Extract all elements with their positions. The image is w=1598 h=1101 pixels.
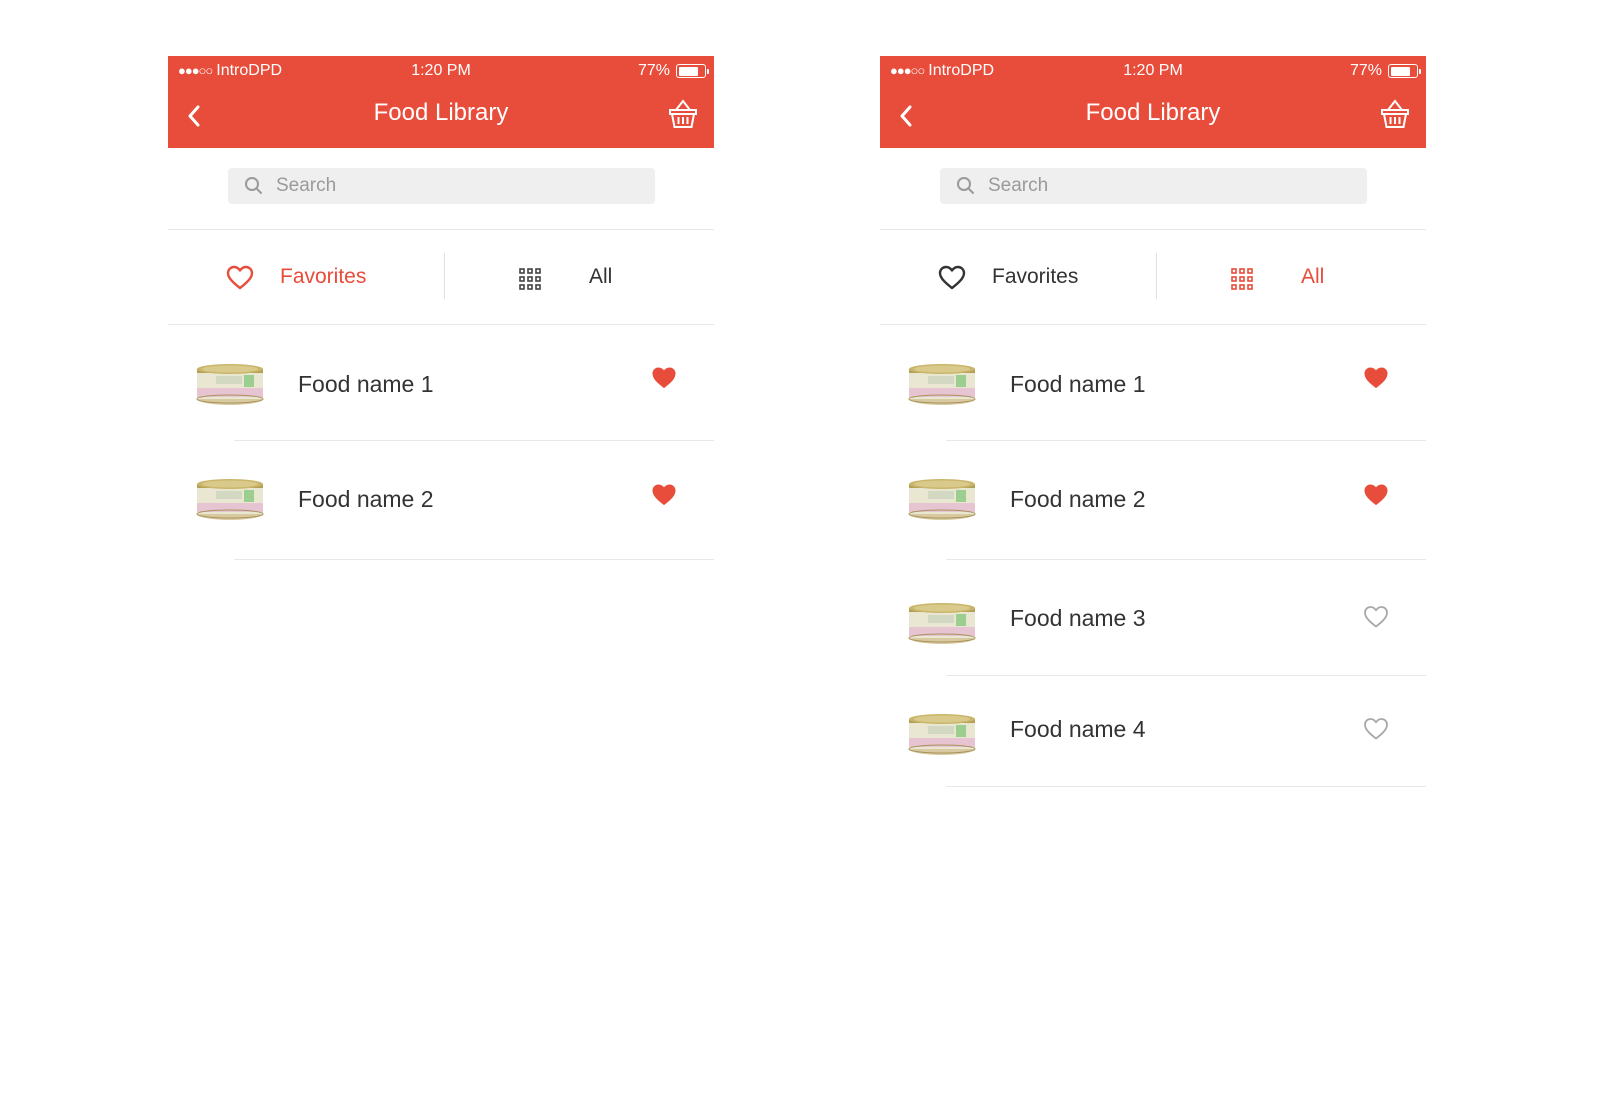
app-header: ●●●○○ IntroDPD 1:20 PM 77% Food Library (168, 56, 714, 148)
food-name: Food name 4 (1010, 716, 1146, 742)
tab-favorites-label: Favorites (992, 265, 1079, 288)
status-bar: ●●●○○ IntroDPD 1:20 PM 77% (168, 56, 714, 86)
heart-outline-icon (226, 265, 254, 290)
food-list-item-1[interactable]: Food name 1 (880, 326, 1426, 441)
all-screen: ●●●○○IntroDPD 1:20 PM 77% Food Library (880, 56, 1426, 816)
grid-dot (1247, 284, 1253, 290)
food-name: Food name 1 (298, 371, 434, 397)
search-bar[interactable] (940, 168, 1367, 204)
heart-outline-icon (938, 265, 966, 290)
grid-dot (519, 276, 525, 282)
status-bar: ●●●○○ IntroDPD 1:20 PM 77% (880, 56, 1426, 86)
food-list-item-4[interactable]: Food name 4 (880, 676, 1426, 787)
tab-favorites[interactable]: Favorites (168, 231, 441, 326)
food-list-item-2[interactable]: Food name 2 (880, 441, 1426, 560)
food-name: Food name 1 (1010, 371, 1146, 397)
grid-dot (535, 284, 541, 290)
heart-filled-icon[interactable] (651, 366, 677, 390)
food-can-image (908, 714, 976, 755)
heart-outline-icon[interactable] (1363, 717, 1389, 741)
page-title: Food Library (373, 99, 509, 126)
tab-all[interactable]: All (1153, 231, 1426, 326)
grid-dot (527, 276, 533, 282)
grid-icon (519, 268, 541, 290)
grid-dot (519, 268, 525, 274)
grid-dot (519, 284, 525, 290)
grid-icon (1231, 268, 1253, 290)
grid-dot (1247, 268, 1253, 274)
food-can-image (908, 479, 976, 520)
battery-level-fill (678, 66, 698, 76)
battery-percent: 77% (637, 62, 670, 79)
heart-filled-icon[interactable] (1363, 366, 1389, 390)
grid-dot (535, 268, 541, 274)
row-divider (234, 559, 714, 560)
grid-dot (1247, 276, 1253, 282)
grid-dot (1239, 276, 1245, 282)
food-can-image (196, 479, 264, 520)
food-can-image (908, 603, 976, 644)
filter-tabs: Favorites All (168, 231, 714, 326)
tab-favorites-label: Favorites (280, 265, 367, 288)
filter-tabs: Favorites All (880, 231, 1426, 326)
food-name: Food name 2 (1010, 486, 1146, 512)
grid-dot (1239, 268, 1245, 274)
row-divider (946, 786, 1426, 787)
page-title: Food Library (1085, 99, 1221, 126)
divider (880, 229, 1426, 230)
food-can-image (196, 364, 264, 405)
heart-filled-icon[interactable] (651, 483, 677, 507)
divider (880, 324, 1426, 325)
search-bar[interactable] (228, 168, 655, 204)
heart-filled-icon[interactable] (1363, 483, 1389, 507)
battery-percent: 77% (1349, 62, 1382, 79)
divider (168, 229, 714, 230)
status-time: 1:20 PM (1123, 62, 1183, 79)
search-icon (245, 177, 262, 194)
tab-favorites[interactable]: Favorites (880, 231, 1153, 326)
food-list-item-1[interactable]: Food name 1 (168, 326, 714, 441)
search-icon (957, 177, 974, 194)
grid-dot (535, 276, 541, 282)
app-header: ●●●○○ IntroDPD 1:20 PM 77% Food Library (880, 56, 1426, 148)
grid-dot (1239, 284, 1245, 290)
grid-dot (1231, 284, 1237, 290)
food-name: Food name 2 (298, 486, 434, 512)
search-input[interactable] (276, 175, 636, 197)
food-can-image (908, 364, 976, 405)
battery-icon (1388, 64, 1421, 78)
battery-icon (676, 64, 709, 78)
basket-icon[interactable] (668, 98, 698, 130)
grid-dot (1231, 276, 1237, 282)
grid-dot (1231, 268, 1237, 274)
food-list: Food name 1 Food name 2 (880, 326, 1426, 787)
food-list-item-2[interactable]: Food name 2 (168, 441, 714, 560)
tab-all[interactable]: All (441, 231, 714, 326)
food-list: Food name 1 Food name 2 (168, 326, 714, 560)
grid-dot (527, 284, 533, 290)
divider (168, 324, 714, 325)
battery-level-fill (1390, 66, 1410, 76)
tab-all-label: All (1301, 265, 1325, 288)
food-name: Food name 3 (1010, 605, 1146, 631)
tab-all-label: All (589, 265, 613, 288)
heart-outline-icon[interactable] (1363, 605, 1389, 629)
basket-icon[interactable] (1380, 98, 1410, 130)
food-list-item-3[interactable]: Food name 3 (880, 560, 1426, 676)
status-time: 1:20 PM (411, 62, 471, 79)
search-input[interactable] (988, 175, 1348, 197)
status-battery-group: 77% (1349, 62, 1421, 80)
grid-dot (527, 268, 533, 274)
favorites-screen: ●●●○○IntroDPD 1:20 PM 77% Food Library (168, 56, 714, 816)
status-battery-group: 77% (637, 62, 709, 80)
